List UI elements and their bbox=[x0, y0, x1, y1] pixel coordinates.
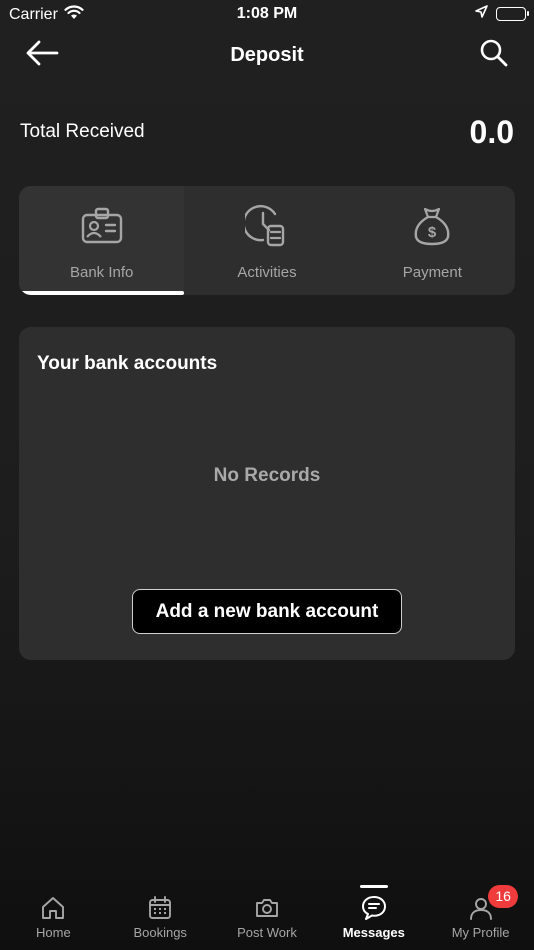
calendar-icon bbox=[146, 894, 174, 922]
total-received-label: Total Received bbox=[20, 121, 145, 142]
search-button[interactable] bbox=[476, 38, 512, 72]
status-bar: Carrier 1:08 PM bbox=[0, 0, 534, 28]
deposit-tabs: Bank Info Activities $ Payment bbox=[19, 186, 515, 295]
tabbar-label: Home bbox=[36, 925, 71, 940]
search-icon bbox=[479, 38, 509, 73]
bank-accounts-title: Your bank accounts bbox=[37, 353, 218, 374]
tabbar-item-my-profile[interactable]: My Profile 16 bbox=[427, 878, 534, 950]
tabbar-label: My Profile bbox=[451, 925, 510, 940]
active-tabbar-indicator bbox=[359, 885, 388, 888]
tabbar-item-home[interactable]: Home bbox=[0, 878, 107, 950]
page-title: Deposit bbox=[230, 44, 304, 66]
empty-state-text: No Records bbox=[213, 465, 321, 486]
tab-bank-info[interactable]: Bank Info bbox=[19, 186, 185, 295]
svg-text:$: $ bbox=[428, 224, 437, 241]
camera-icon bbox=[253, 894, 281, 922]
tab-payment[interactable]: $ Payment bbox=[350, 186, 515, 295]
money-bag-icon: $ bbox=[410, 204, 454, 248]
location-arrow-icon bbox=[475, 5, 488, 23]
tab-label: Bank Info bbox=[69, 264, 134, 281]
bank-accounts-card: Your bank accounts No Records Add a new … bbox=[19, 327, 515, 660]
notification-badge: 16 bbox=[488, 885, 519, 908]
tabbar-label: Messages bbox=[342, 925, 405, 940]
tabbar-item-messages[interactable]: Messages bbox=[320, 878, 427, 950]
tabbar-item-bookings[interactable]: Bookings bbox=[107, 878, 214, 950]
home-icon bbox=[39, 894, 67, 922]
clock-coins-icon bbox=[244, 204, 289, 248]
tabbar-label: Post Work bbox=[237, 925, 297, 940]
tab-activities[interactable]: Activities bbox=[184, 186, 349, 295]
nav-bar: Deposit bbox=[0, 30, 534, 80]
bottom-tab-bar: Home Bookings Post Work Messages My Prof… bbox=[0, 878, 534, 950]
add-bank-account-button[interactable]: Add a new bank account bbox=[132, 589, 402, 634]
clock: 1:08 PM bbox=[236, 5, 298, 22]
active-tab-indicator bbox=[19, 291, 185, 295]
total-received-value: 0.0 bbox=[469, 113, 514, 150]
chat-icon bbox=[360, 894, 388, 922]
total-received-row: Total Received 0.0 bbox=[20, 110, 514, 154]
id-card-icon bbox=[80, 204, 124, 248]
tab-label: Payment bbox=[402, 264, 462, 281]
tabbar-item-post-work[interactable]: Post Work bbox=[214, 878, 321, 950]
status-right bbox=[475, 5, 529, 23]
tabbar-label: Bookings bbox=[133, 925, 187, 940]
tab-label: Activities bbox=[237, 264, 297, 281]
battery-icon bbox=[496, 7, 529, 21]
